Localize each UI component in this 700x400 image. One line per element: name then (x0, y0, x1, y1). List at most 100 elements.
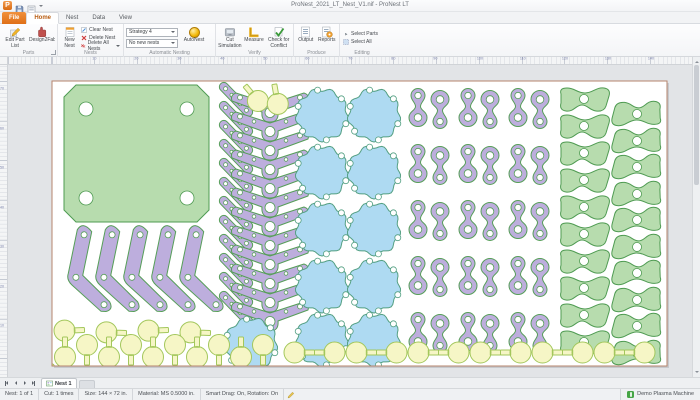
ruler-number: 50 (0, 166, 5, 170)
ruler-number: 40 (220, 57, 225, 61)
ruler-number: 90 (433, 57, 438, 61)
new-nest-tab-ghost[interactable] (78, 380, 95, 388)
select-all-button[interactable]: Select All (342, 38, 379, 45)
ribbon-group-produce: Output Reports Produce (294, 24, 340, 57)
canvas-area: 10 20 30 40 50 60 70 80 90 100 110 120 130 140 10 20 30… (0, 57, 700, 377)
edit-part-list-button[interactable]: Edit Part List (2, 25, 28, 50)
nest-tab-active[interactable]: Nest 1 (41, 378, 77, 388)
check-for-conflict-label: Check for Conflict (267, 37, 290, 49)
scroll-up-icon[interactable] (695, 59, 699, 63)
delete-all-nests-icon (81, 43, 86, 48)
ruler-number: 40 (0, 205, 5, 210)
nest-tab-icon (46, 380, 53, 387)
ruler-number: 130 (605, 57, 612, 61)
machine-label: Demo Plasma Machine (637, 391, 694, 397)
status-edit-icon[interactable] (287, 391, 295, 399)
ribbon-group-parts: Edit Part List Design2Fab Parts (0, 24, 58, 57)
nested-part-plate (63, 84, 210, 223)
pronest-window: P ProNest_2021_LT_Nest_V1.nif - ProNest … (0, 0, 700, 400)
ribbon-tab-row: File Home Nest Data View (0, 12, 700, 24)
ruler-number: 100 (476, 57, 484, 61)
ruler-corner (0, 57, 8, 65)
select-all-label: Select All (351, 38, 372, 45)
tab-view[interactable]: View (112, 12, 139, 24)
autonest-button[interactable]: AutoNest (179, 25, 209, 50)
select-parts-button[interactable]: Select Parts (342, 30, 379, 37)
ribbon: Edit Part List Design2Fab Parts New Nest… (0, 24, 700, 57)
nest-mode-value: No new nests (129, 40, 160, 46)
verify-group-label: Verify (248, 50, 261, 56)
delete-nest-icon (81, 35, 87, 40)
delete-all-nests-caret-icon (116, 44, 120, 49)
first-nest-button[interactable] (2, 378, 11, 388)
clear-nest-button[interactable]: Clear Nest (80, 26, 121, 33)
next-nest-button[interactable] (20, 378, 29, 388)
ruler-number: 10 (91, 57, 97, 61)
ruler-number: 80 (390, 57, 396, 61)
ruler-number: 50 (262, 57, 267, 61)
autonest-label: AutoNest (183, 37, 205, 43)
ribbon-group-nests: New Nest Clear Nest Delete Nest Delete A… (58, 24, 124, 57)
strategy-dropdown[interactable]: Strategy 4 (126, 27, 178, 37)
ruler-number: 20 (134, 57, 139, 61)
ruler-number: 10 (0, 324, 5, 329)
select-all-icon (343, 38, 349, 45)
output-button[interactable]: Output (296, 25, 316, 50)
status-item: Material: MS 0.5000 in. (133, 389, 201, 400)
reports-label: Reports (318, 37, 336, 43)
machine-icon (627, 391, 635, 398)
measure-label: Measure (244, 37, 264, 43)
ruler-number: 60 (0, 126, 5, 131)
new-nest-button[interactable]: New Nest (60, 25, 79, 50)
status-item: Nest: 1 of 1 (0, 389, 40, 400)
nest-mode-caret-icon (171, 42, 175, 46)
status-item: Smart Drag: On, Rotation: On (201, 389, 285, 400)
tab-data[interactable]: Data (85, 12, 112, 24)
ruler-number: 140 (647, 57, 655, 61)
edit-part-list-label: Edit Part List (5, 37, 25, 49)
last-nest-button[interactable] (29, 378, 38, 388)
nest-tab-bar: Nest 1 (0, 377, 700, 388)
title-bar: P ProNest_2021_LT_Nest_V1.nif - ProNest … (0, 0, 700, 14)
cut-simulation-button[interactable]: Cut Simulation (218, 25, 242, 50)
nest-viewport[interactable] (8, 65, 692, 377)
design2fab-button[interactable]: Design2Fab (29, 25, 55, 50)
output-label: Output (298, 37, 314, 43)
editing-group-label: Editing (354, 50, 370, 56)
nest-mode-dropdown[interactable]: No new nests (126, 38, 178, 48)
status-item: Cut: 1 times (39, 389, 80, 400)
nest-tab-label: Nest 1 (55, 380, 72, 387)
machine-segment[interactable]: Demo Plasma Machine (620, 389, 700, 400)
automatic-nesting-group-label: Automatic Nesting (149, 50, 190, 56)
select-parts-icon (345, 32, 348, 36)
strategy-caret-icon (171, 31, 175, 35)
reports-button[interactable]: Reports (317, 25, 337, 50)
delete-all-nests-button[interactable]: Delete All Nests (80, 40, 121, 52)
ruler-number: 120 (562, 57, 569, 61)
check-for-conflict-button[interactable]: Check for Conflict (266, 25, 291, 50)
tab-file[interactable]: File (2, 12, 27, 24)
status-items: Nest: 1 of 1 Cut: 1 times Size: 144 × 72 i… (0, 389, 285, 400)
tab-nest[interactable]: Nest (59, 12, 85, 24)
clear-nest-icon (81, 26, 87, 33)
window-title: ProNest_2021_LT_Nest_V1.nif - ProNest LT (291, 2, 409, 8)
autonest-orb-icon (188, 26, 200, 38)
nests-group-label: Nests (84, 50, 97, 56)
ruler-number: 70 (348, 57, 353, 61)
scroll-thumb[interactable] (694, 65, 699, 185)
parts-group-label: Parts (0, 50, 57, 57)
design2fab-label: Design2Fab (29, 37, 55, 43)
ribbon-group-verify: Cut Simulation Measure Check for Conflic… (216, 24, 294, 57)
scroll-down-icon[interactable] (695, 371, 699, 375)
clear-nest-label: Clear Nest (89, 26, 113, 33)
new-nest-label: New Nest (64, 37, 75, 49)
ribbon-group-automatic-nesting: Strategy 4 No new nests AutoNest Automat… (124, 24, 216, 57)
strategy-value: Strategy 4 (129, 29, 152, 35)
vertical-scrollbar[interactable] (692, 57, 700, 377)
nest-svg (51, 80, 669, 368)
previous-nest-button[interactable] (11, 378, 20, 388)
parts-dialog-launcher-icon[interactable] (51, 50, 56, 55)
ruler-number: 30 (177, 57, 182, 61)
measure-button[interactable]: Measure (243, 25, 266, 50)
tab-home[interactable]: Home (26, 12, 60, 24)
